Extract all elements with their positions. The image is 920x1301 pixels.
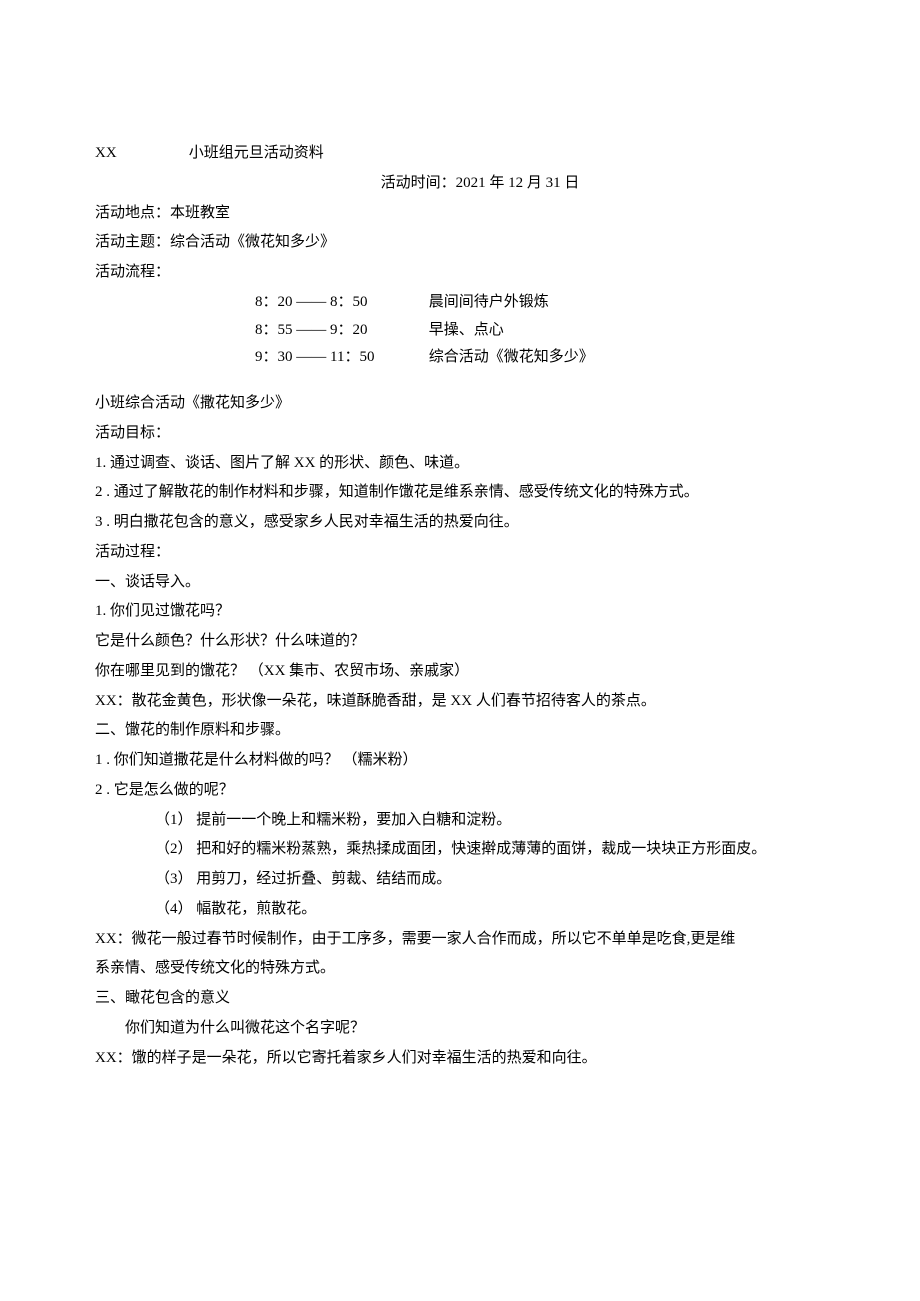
step-item: （2） 把和好的糯米粉蒸熟，乘热揉成面团，快速擀成薄薄的面饼，裁成一块块正方形面… [155,836,825,864]
schedule-row: 9：30 ―― 11：50 综合活动《微花知多少》 [255,344,825,372]
location-label: 活动地点： [95,205,170,221]
schedule-row: 8：55 ―― 9：20 早操、点心 [255,317,825,345]
document-title: XX 小班组元旦活动资料 [95,140,825,168]
part1-q1-sub2: 你在哪里见到的馓花？ （XX 集市、农贸市场、亲戚家） [95,658,825,686]
goal-text: 通过了解散花的制作材料和步骤，知道制作馓花是维系亲情、感受传统文化的特殊方式。 [114,484,699,500]
schedule-desc: 晨间间待户外锻炼 [429,294,549,310]
part3-q: 你们知道为什么叫微花这个名字呢？ [95,1015,825,1043]
part2-q1: 1 . 你们知道撒花是什么材料做的吗？ （糯米粉） [95,747,825,775]
schedule-row: 8：20 ―― 8：50 晨间间待户外锻炼 [255,289,825,317]
part2-q1-text: 你们知道撒花是什么材料做的吗？ （糯米粉） [114,752,418,768]
part2-header: 二、馓花的制作原料和步骤。 [95,717,825,745]
goal-item: 1. 通过调查、谈话、图片了解 XX 的形状、颜色、味道。 [95,450,825,478]
goal-num: 2 . [95,479,110,507]
step-item: （4） 幅散花，煎散花。 [155,896,825,924]
goal-item: 2 . 通过了解散花的制作材料和步骤，知道制作馓花是维系亲情、感受传统文化的特殊… [95,479,825,507]
part2-xx-note-line2: 系亲情、感受传统文化的特殊方式。 [95,955,825,983]
goal-item: 3 . 明白撒花包含的意义，感受家乡人民对幸福生活的热爱向往。 [95,509,825,537]
part1-xx-note: XX：散花金黄色，形状像一朵花，味道酥脆香甜，是 XX 人们春节招待客人的茶点。 [95,688,825,716]
steps-list: （1） 提前一一个晚上和糯米粉，要加入白糖和淀粉。 （2） 把和好的糯米粉蒸熟，… [95,807,825,924]
part3-header: 三、瞰花包含的意义 [95,985,825,1013]
goal-text: 通过调查、谈话、图片了解 XX 的形状、颜色、味道。 [110,455,469,471]
location-value: 本班教室 [170,205,230,221]
step-item: （3） 用剪刀，经过折叠、剪裁、结结而成。 [155,866,825,894]
schedule-block: 8：20 ―― 8：50 晨间间待户外锻炼 8：55 ―― 9：20 早操、点心… [95,289,825,372]
schedule-desc: 早操、点心 [429,322,504,338]
schedule-time: 8：20 ―― 8：50 [255,289,425,317]
goal-num: 1. [95,450,106,478]
schedule-time: 9：30 ―― 11：50 [255,344,425,372]
theme-value: 综合活动《微花知多少》 [170,234,335,250]
location-row: 活动地点：本班教室 [95,200,825,228]
part1-q1: 1. 你们见过馓花吗？ [95,598,825,626]
step-item: （1） 提前一一个晚上和糯米粉，要加入白糖和淀粉。 [155,807,825,835]
title-prefix: XX [95,140,185,168]
flow-label: 活动流程： [95,259,825,287]
part3-xx-note: XX：馓的样子是一朵花，所以它寄托着家乡人们对幸福生活的热爱和向往。 [95,1045,825,1073]
title-text: 小班组元旦活动资料 [189,145,324,161]
part2-q2-num: 2 . [95,777,110,805]
goals-header: 活动目标： [95,420,825,448]
sub-activity-title: 小班综合活动《撒花知多少》 [95,390,825,418]
part2-q2: 2 . 它是怎么做的呢？ [95,777,825,805]
part2-xx-note-line1: XX：微花一般过春节时候制作，由于工序多，需要一家人合作而成，所以它不单单是吃食… [95,926,825,954]
goal-num: 3 . [95,509,110,537]
activity-time-value: 2021 年 12 月 31 日 [456,175,580,191]
theme-row: 活动主题：综合活动《微花知多少》 [95,229,825,257]
part1-q1-sub1: 它是什么颜色？什么形状？什么味道的？ [95,628,825,656]
goal-text: 明白撒花包含的意义，感受家乡人民对幸福生活的热爱向往。 [114,514,519,530]
part2-q1-num: 1 . [95,747,110,775]
part1-header: 一、谈话导入。 [95,569,825,597]
schedule-time: 8：55 ―― 9：20 [255,317,425,345]
activity-time-row: 活动时间：2021 年 12 月 31 日 [95,170,825,198]
activity-time-label: 活动时间： [381,175,456,191]
part2-q2-text: 它是怎么做的呢？ [114,782,234,798]
theme-label: 活动主题： [95,234,170,250]
process-header: 活动过程： [95,539,825,567]
schedule-desc: 综合活动《微花知多少》 [429,349,594,365]
